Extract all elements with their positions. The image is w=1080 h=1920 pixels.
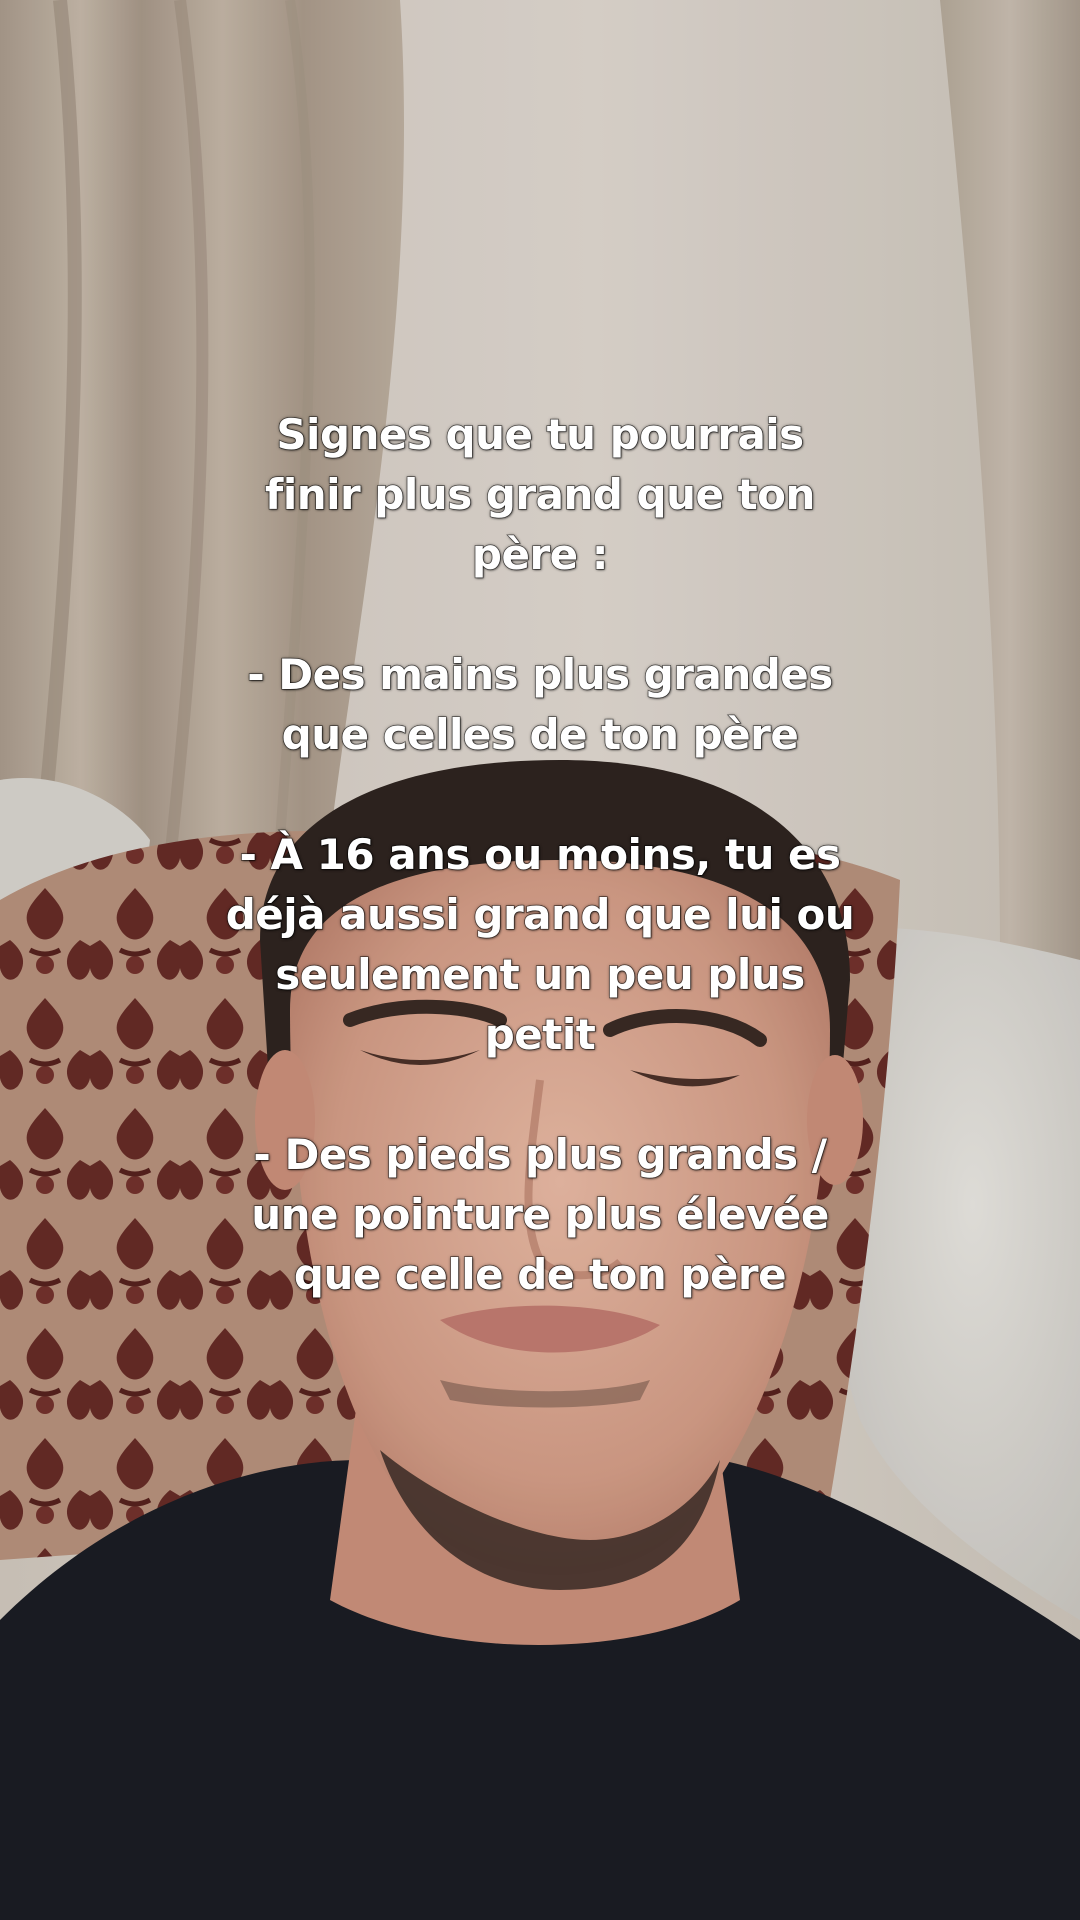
caption-line: déjà aussi grand que lui ou — [225, 889, 856, 940]
caption-line: finir plus grand que ton — [264, 469, 816, 520]
caption-line: - Des pieds plus grands / — [253, 1129, 828, 1180]
caption-line: seulement un peu plus — [275, 949, 806, 1000]
overlay-caption: Signes que tu pourrais finir plus grand … — [90, 405, 990, 1305]
caption-line: une pointure plus élevée — [250, 1189, 830, 1240]
caption-line: - Des mains plus grandes — [246, 649, 834, 700]
caption-line: petit — [484, 1009, 597, 1060]
caption-line: Signes que tu pourrais — [276, 409, 805, 460]
caption-line: que celles de ton père — [281, 709, 800, 760]
video-frame: Signes que tu pourrais finir plus grand … — [0, 0, 1080, 1920]
caption-line: - À 16 ans ou moins, tu es — [239, 829, 842, 880]
caption-line: que celle de ton père — [293, 1249, 787, 1300]
caption-line: père : — [471, 529, 609, 580]
